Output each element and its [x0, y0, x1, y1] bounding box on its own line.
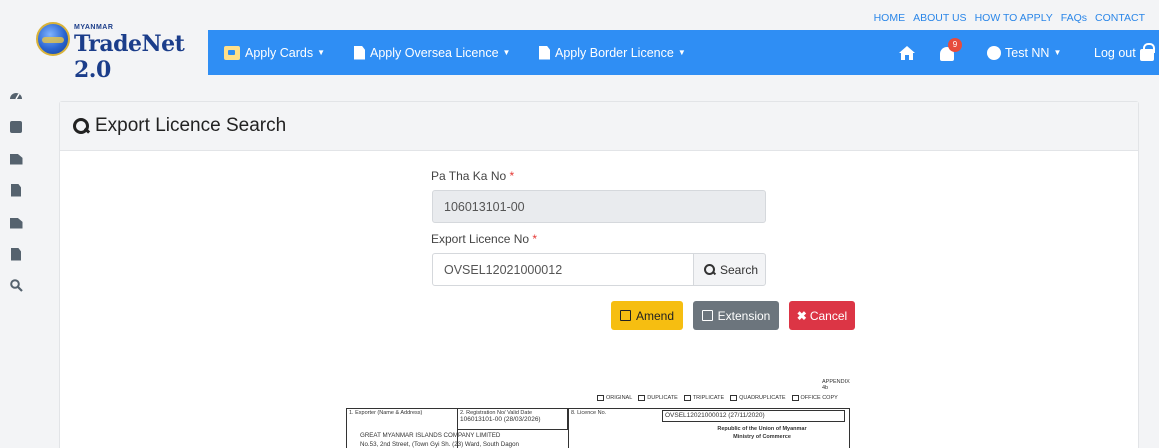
logout-label: Log out [1094, 45, 1136, 60]
edit-icon [619, 310, 631, 321]
top-link-how-to-apply[interactable]: HOW TO APPLY [975, 12, 1053, 24]
user-circle-icon [987, 45, 1001, 60]
logo-main-text: TradeNet 2.0 [74, 31, 185, 83]
notifications-button[interactable]: 9 [938, 30, 962, 75]
patha-field: 106013101-00 [432, 190, 766, 223]
licence-label: Export Licence No * [431, 232, 537, 246]
panel-header: Export Licence Search [60, 102, 1138, 151]
notification-badge: 9 [948, 37, 962, 52]
caret-down-icon: ▼ [1053, 48, 1062, 57]
page: { "logo": {"small": "MYANMAR", "main": "… [0, 0, 1159, 448]
company-name: GREAT MYANMAR ISLANDS COMPANY LIMITED [360, 432, 501, 439]
edit-doc-icon[interactable] [9, 152, 23, 166]
dashboard-icon[interactable] [9, 88, 23, 102]
licence-number-input[interactable]: OVSEL12021000012 [432, 253, 694, 286]
file-icon [354, 45, 365, 60]
nav-apply-oversea-label: Apply Oversea Licence [370, 45, 499, 60]
top-link-contact[interactable]: CONTACT [1095, 12, 1145, 24]
cancel-button[interactable]: ✖ Cancel [789, 301, 855, 330]
nav-apply-border-label: Apply Border Licence [555, 45, 674, 60]
required-mark: * [509, 169, 515, 183]
edit-doc-icon[interactable] [9, 216, 23, 230]
licence-label-text: Export Licence No [431, 232, 530, 246]
required-mark: * [532, 232, 538, 246]
top-link-home[interactable]: HOME [874, 12, 906, 24]
amend-button-label: Amend [635, 308, 675, 323]
top-link-about[interactable]: ABOUT US [913, 12, 966, 24]
file-code-icon[interactable] [9, 247, 23, 261]
republic-text: Republic of the Union of Myanmar [717, 426, 807, 432]
home-button[interactable] [898, 30, 916, 75]
extension-button[interactable]: Extension [693, 301, 779, 330]
licence-document-preview: APPENDIX 4b ORIGINAL DUPLICATE TRIPLICAT… [332, 375, 852, 448]
patha-label: Pa Tha Ka No * [431, 169, 514, 183]
file-code-icon[interactable] [9, 183, 23, 197]
user-name: Test NN [1005, 45, 1050, 60]
copy-type-row: ORIGINAL DUPLICATE TRIPLICATE QUADRUPLIC… [597, 395, 838, 401]
logout-button[interactable]: Log out [1094, 30, 1155, 75]
home-icon [899, 45, 915, 60]
close-icon: ✖ [796, 308, 807, 323]
registration-value: 106013101-00 (28/03/2026) [460, 416, 541, 423]
globe-icon [36, 22, 70, 56]
tradenet-logo[interactable]: MYANMAR TradeNet 2.0 [30, 8, 210, 83]
copy-office: OFFICE COPY [791, 395, 838, 401]
extension-button-label: Extension [717, 308, 771, 323]
id-card-icon [224, 45, 240, 60]
caret-down-icon: ▼ [677, 48, 686, 57]
search-icon [704, 264, 715, 275]
copy-triplicate: TRIPLICATE [683, 395, 724, 401]
lock-icon [1139, 42, 1155, 61]
page-title: Export Licence Search [95, 115, 287, 136]
file-icon [539, 45, 550, 60]
nav-apply-cards-label: Apply Cards [245, 45, 314, 60]
edit-icon [701, 310, 713, 321]
exporter-label: 1. Exporter (Name & Address) [349, 410, 423, 416]
id-card-icon[interactable] [9, 120, 23, 134]
ministry-text: Ministry of Commerce [733, 434, 791, 440]
top-link-faqs[interactable]: FAQs [1061, 12, 1087, 24]
search-icon[interactable] [9, 278, 23, 292]
caret-down-icon: ▼ [317, 48, 326, 57]
search-icon [73, 118, 89, 134]
copy-quadruplicate: QUADRUPLICATE [730, 395, 786, 401]
licence-no-value: OVSEL12021000012 (27/11/2020) [662, 410, 845, 422]
main-navbar: Apply Cards ▼ Apply Oversea Licence ▼ Ap… [208, 30, 1159, 75]
appendix-label: APPENDIX 4b [822, 379, 850, 391]
caret-down-icon: ▼ [502, 48, 511, 57]
search-button[interactable]: Search [693, 253, 766, 286]
copy-duplicate: DUPLICATE [638, 395, 678, 401]
nav-apply-cards[interactable]: Apply Cards ▼ [224, 30, 325, 75]
top-links: HOME ABOUT US HOW TO APPLY FAQs CONTACT [874, 12, 1145, 24]
logo-small-text: MYANMAR [74, 24, 114, 31]
nav-apply-oversea[interactable]: Apply Oversea Licence ▼ [354, 30, 510, 75]
search-button-label: Search [720, 262, 759, 277]
user-menu[interactable]: Test NN ▼ [987, 30, 1061, 75]
company-address: No.53, 2nd Street, (Town Gyi Sh. (23) Wa… [360, 441, 520, 448]
amend-button[interactable]: Amend [611, 301, 683, 330]
nav-apply-border[interactable]: Apply Border Licence ▼ [539, 30, 686, 75]
cancel-button-label: Cancel [809, 308, 848, 323]
copy-original: ORIGINAL [597, 395, 632, 401]
registration-cell: 2. Registration No/ Valid Date 106013101… [457, 408, 568, 430]
patha-label-text: Pa Tha Ka No [431, 169, 507, 183]
